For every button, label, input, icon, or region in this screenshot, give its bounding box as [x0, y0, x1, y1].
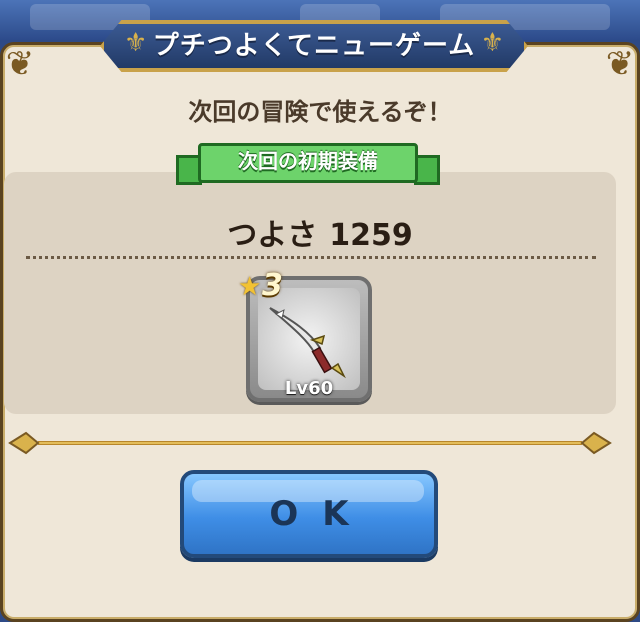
- ok-button[interactable]: OK: [180, 470, 438, 558]
- power-label: つよさ: [227, 218, 318, 253]
- sword-icon: [269, 307, 346, 379]
- ornamental-divider: [8, 431, 612, 455]
- dotted-divider: [26, 256, 596, 259]
- dialog-title: プチつよくてニューゲーム: [152, 31, 476, 61]
- rarity-badge: ★ 3: [238, 268, 298, 303]
- ok-button-label: OK: [269, 494, 373, 534]
- dialog-subtitle: 次回の冒険で使えるぞ！: [188, 98, 452, 126]
- section-ribbon: 次回の初期装備: [176, 137, 440, 193]
- corner-ornament-icon: ❦: [5, 44, 35, 84]
- power-value: 1259: [329, 218, 413, 253]
- section-label: 次回の初期装備: [238, 149, 378, 173]
- item-level: Lv60: [284, 378, 334, 399]
- star-icon: ★: [238, 272, 262, 302]
- power-stat: つよさ 1259: [0, 210, 640, 254]
- corner-ornament-icon: ❦: [605, 44, 635, 84]
- star-count: 3: [262, 268, 283, 303]
- dialog-title-banner: ⚜ ⚜ プチつよくてニューゲーム: [100, 20, 528, 72]
